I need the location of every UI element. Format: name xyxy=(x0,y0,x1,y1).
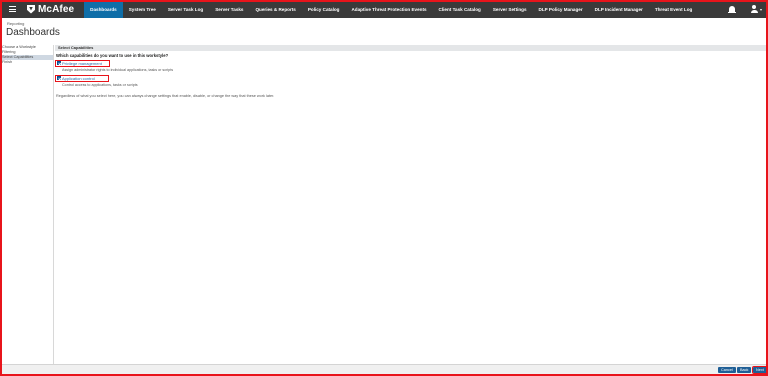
nav-tab-server-tasks[interactable]: Server Tasks xyxy=(209,0,249,18)
option-privilege-management[interactable]: Privilege management xyxy=(55,60,766,67)
breadcrumb[interactable]: Reporting xyxy=(7,21,24,26)
page-title: Dashboards xyxy=(6,27,60,38)
privilege-management-description: Assign administrator rights to individua… xyxy=(62,68,174,72)
wizard-step-finish[interactable]: Finish xyxy=(1,60,53,65)
nav-tab-atp-events[interactable]: Adaptive Threat Protection Events xyxy=(345,0,432,18)
main-content: Select Capabilities Which capabilities d… xyxy=(55,45,766,365)
privilege-management-label[interactable]: Privilege management xyxy=(62,61,102,66)
nav-tab-dlp-incident-manager[interactable]: DLP Incident Manager xyxy=(589,0,649,18)
back-button[interactable]: Back xyxy=(737,367,752,373)
top-nav: McAfee Dashboards System Tree Server Tas… xyxy=(0,0,768,18)
nav-tab-client-task-catalog[interactable]: Client Task Catalog xyxy=(433,0,487,18)
user-menu-button[interactable]: ▾ xyxy=(750,5,762,13)
nav-tab-queries-reports[interactable]: Queries & Reports xyxy=(249,0,301,18)
section-header: Select Capabilities xyxy=(55,45,766,51)
nav-tab-dashboards[interactable]: Dashboards xyxy=(84,0,123,18)
shield-icon xyxy=(27,4,35,14)
nav-tab-server-task-log[interactable]: Server Task Log xyxy=(162,0,209,18)
chevron-down-icon: ▾ xyxy=(759,6,762,12)
wizard-steps: Choose a Workstyle Filtering Select Capa… xyxy=(1,45,54,365)
privilege-management-checkbox[interactable] xyxy=(57,61,61,65)
option-application-control[interactable]: Application control xyxy=(55,75,766,82)
user-icon xyxy=(750,5,758,13)
capabilities-question: Which capabilities do you want to use in… xyxy=(56,53,169,58)
settings-note: Regardless of what you select here, you … xyxy=(56,94,275,98)
brand-name: McAfee xyxy=(38,3,75,15)
nav-tab-threat-event-log[interactable]: Threat Event Log xyxy=(649,0,699,18)
application-control-label[interactable]: Application control xyxy=(62,76,95,81)
nav-tab-system-tree[interactable]: System Tree xyxy=(123,0,162,18)
bell-icon[interactable] xyxy=(727,6,736,13)
cancel-button[interactable]: Cancel xyxy=(718,367,736,373)
next-button[interactable]: Next xyxy=(752,366,768,374)
nav-tab-policy-catalog[interactable]: Policy Catalog xyxy=(302,0,346,18)
application-control-checkbox[interactable] xyxy=(57,76,61,80)
brand-logo[interactable]: McAfee xyxy=(27,4,74,15)
nav-tab-dlp-policy-manager[interactable]: DLP Policy Manager xyxy=(533,0,589,18)
menu-icon[interactable] xyxy=(3,0,21,18)
nav-tab-server-settings[interactable]: Server Settings xyxy=(487,0,533,18)
application-control-description: Control access to applications, tasks or… xyxy=(62,83,138,87)
wizard-footer: Cancel Back Next xyxy=(0,364,768,376)
